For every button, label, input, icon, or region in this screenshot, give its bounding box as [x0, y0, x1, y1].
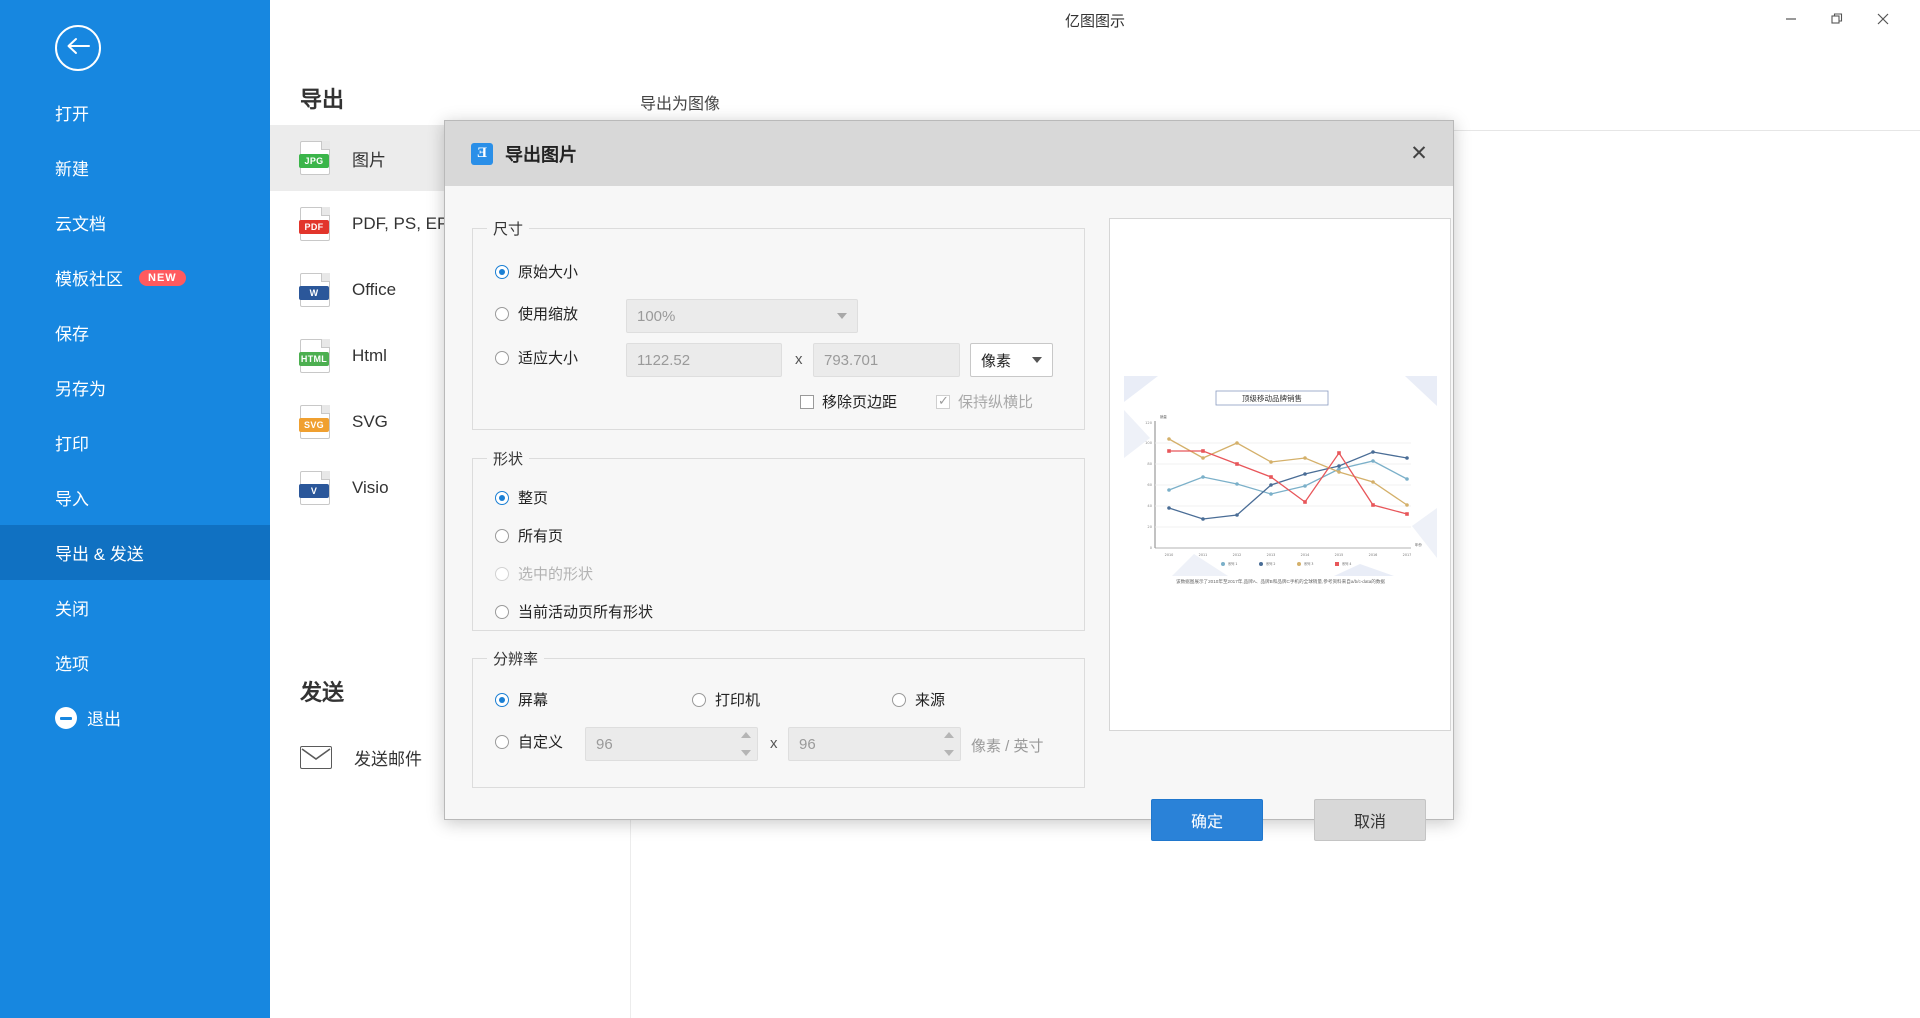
- fit-height-value: 793.701: [824, 351, 879, 369]
- screen-label: 屏幕: [518, 692, 549, 709]
- resolution-group: 分辨率 屏幕 打印机 来源 自定义 96 x 96 像素 / 英寸: [472, 648, 1085, 788]
- svg-text:2014: 2014: [1301, 553, 1310, 557]
- whole-page-label: 整页: [518, 490, 549, 507]
- dpi-unit-label: 像素 / 英寸: [971, 738, 1044, 755]
- close-icon[interactable]: ✕: [1403, 137, 1435, 169]
- svg-text:80: 80: [1147, 462, 1152, 466]
- active-page-shapes-label: 当前活动页所有形状: [518, 604, 654, 621]
- printer-label: 打印机: [715, 692, 761, 709]
- svg-text:2011: 2011: [1199, 553, 1208, 557]
- modal-overlay: Ǝ 导出图片 ✕ 尺寸 原始大小 使用缩放 100% 适应大小 1122.52 …: [0, 0, 1920, 1018]
- fit-size-option[interactable]: 适应大小: [495, 347, 578, 368]
- shape-group-legend: 形状: [493, 451, 524, 468]
- selected-shapes-label: 选中的形状: [518, 566, 594, 583]
- size-x-separator: x: [795, 351, 803, 368]
- dialog-title: 导出图片: [505, 144, 577, 165]
- shape-option-whole-page[interactable]: 整页: [495, 487, 548, 508]
- shape-group: 形状 整页 所有页 选中的形状 当前活动页所有形状: [472, 448, 1085, 631]
- dialog-header: Ǝ 导出图片 ✕: [445, 121, 1453, 186]
- chart-ylabel: 销量: [1160, 414, 1167, 419]
- keep-ratio-label: 保持纵横比: [958, 394, 1034, 411]
- active-page-shapes-radio[interactable]: [495, 604, 509, 619]
- svg-text:2012: 2012: [1233, 553, 1242, 557]
- keep-ratio-checkbox: [936, 393, 950, 409]
- use-scale-label: 使用缩放: [518, 306, 579, 323]
- unit-select[interactable]: 像素: [970, 343, 1053, 377]
- fit-width-input[interactable]: 1122.52: [626, 343, 782, 377]
- original-size-option[interactable]: 原始大小: [495, 261, 578, 282]
- source-label: 来源: [915, 692, 946, 709]
- chart-footnote: 该数据图展示了2010年至2017年,品牌A、品牌B和品牌C手机的全球销量,参考…: [1175, 579, 1386, 584]
- size-group: 尺寸 原始大小 使用缩放 100% 适应大小 1122.52 x 793.701…: [472, 218, 1085, 430]
- scale-select[interactable]: 100%: [626, 299, 858, 333]
- chart-xlabel: 年份: [1415, 542, 1422, 547]
- resolution-group-legend: 分辨率: [493, 651, 539, 668]
- chart-title: 顶级移动品牌销售: [1242, 393, 1302, 403]
- custom-dpi-radio[interactable]: [495, 734, 509, 749]
- original-size-label: 原始大小: [518, 264, 579, 281]
- chevron-down-icon: [837, 313, 847, 319]
- chevron-down-icon: [1032, 357, 1042, 363]
- dpi-x-input[interactable]: 96: [585, 727, 758, 761]
- fit-size-radio[interactable]: [495, 350, 509, 365]
- all-pages-radio[interactable]: [495, 528, 509, 543]
- size-group-legend: 尺寸: [493, 221, 524, 238]
- fit-width-value: 1122.52: [637, 351, 691, 369]
- screen-radio[interactable]: [495, 692, 509, 707]
- svg-text:120: 120: [1145, 421, 1153, 425]
- original-size-radio[interactable]: [495, 264, 509, 279]
- dpi-y-stepper[interactable]: [942, 732, 956, 756]
- use-scale-option[interactable]: 使用缩放: [495, 303, 578, 324]
- legend-series-4: 系列 4: [1342, 561, 1351, 566]
- keep-ratio-option: 保持纵横比: [936, 391, 1033, 412]
- shape-option-all-pages[interactable]: 所有页: [495, 525, 563, 546]
- dpi-y-value: 96: [799, 735, 816, 753]
- dpi-x-stepper[interactable]: [739, 732, 753, 756]
- remove-margin-option[interactable]: 移除页边距: [800, 391, 897, 412]
- preview-thumbnail: 顶级移动品牌销售 0 20 40 60 80 100 120 2010 2011…: [1124, 376, 1437, 576]
- cancel-button[interactable]: 取消: [1314, 799, 1426, 841]
- svg-text:40: 40: [1147, 504, 1152, 508]
- resolution-option-screen[interactable]: 屏幕: [495, 689, 548, 710]
- dialog-body: 尺寸 原始大小 使用缩放 100% 适应大小 1122.52 x 793.701…: [445, 186, 1453, 841]
- svg-text:2013: 2013: [1267, 553, 1276, 557]
- export-preview-pane: 顶级移动品牌销售 0 20 40 60 80 100 120 2010 2011…: [1109, 218, 1451, 731]
- resolution-option-source[interactable]: 来源: [892, 689, 945, 710]
- confirm-button[interactable]: 确定: [1151, 799, 1263, 841]
- dpi-x-separator: x: [770, 735, 778, 752]
- remove-margin-checkbox[interactable]: [800, 394, 814, 409]
- svg-text:2017: 2017: [1403, 553, 1412, 557]
- legend-series-1: 系列 1: [1228, 561, 1237, 566]
- whole-page-radio[interactable]: [495, 490, 509, 505]
- legend-series-3: 系列 3: [1304, 561, 1313, 566]
- svg-text:2016: 2016: [1369, 553, 1378, 557]
- fit-height-input[interactable]: 793.701: [813, 343, 960, 377]
- scale-value: 100%: [637, 307, 676, 325]
- dpi-y-input[interactable]: 96: [788, 727, 961, 761]
- shape-option-selected-shapes: 选中的形状: [495, 563, 593, 584]
- resolution-option-printer[interactable]: 打印机: [692, 689, 760, 710]
- all-pages-label: 所有页: [518, 528, 564, 545]
- printer-radio[interactable]: [692, 692, 706, 707]
- shape-option-active-page-shapes[interactable]: 当前活动页所有形状: [495, 601, 653, 622]
- svg-text:60: 60: [1147, 483, 1152, 487]
- custom-dpi-label: 自定义: [518, 734, 564, 751]
- svg-text:20: 20: [1147, 525, 1152, 529]
- use-scale-radio[interactable]: [495, 306, 509, 321]
- fit-size-label: 适应大小: [518, 350, 579, 367]
- svg-text:2010: 2010: [1165, 553, 1174, 557]
- svg-text:100: 100: [1145, 441, 1153, 445]
- app-logo-icon: Ǝ: [471, 142, 493, 165]
- source-radio[interactable]: [892, 692, 906, 707]
- preview-chart: 顶级移动品牌销售 020 4060 80100 120 2010 2011 20…: [1124, 376, 1437, 576]
- dpi-x-value: 96: [596, 735, 613, 753]
- remove-margin-label: 移除页边距: [822, 394, 898, 411]
- legend-series-2: 系列 2: [1266, 561, 1275, 566]
- unit-value: 像素: [981, 352, 1012, 370]
- export-image-dialog: Ǝ 导出图片 ✕ 尺寸 原始大小 使用缩放 100% 适应大小 1122.52 …: [444, 120, 1454, 841]
- resolution-option-custom[interactable]: 自定义: [495, 731, 563, 752]
- selected-shapes-radio: [495, 566, 509, 581]
- svg-text:2015: 2015: [1335, 553, 1344, 557]
